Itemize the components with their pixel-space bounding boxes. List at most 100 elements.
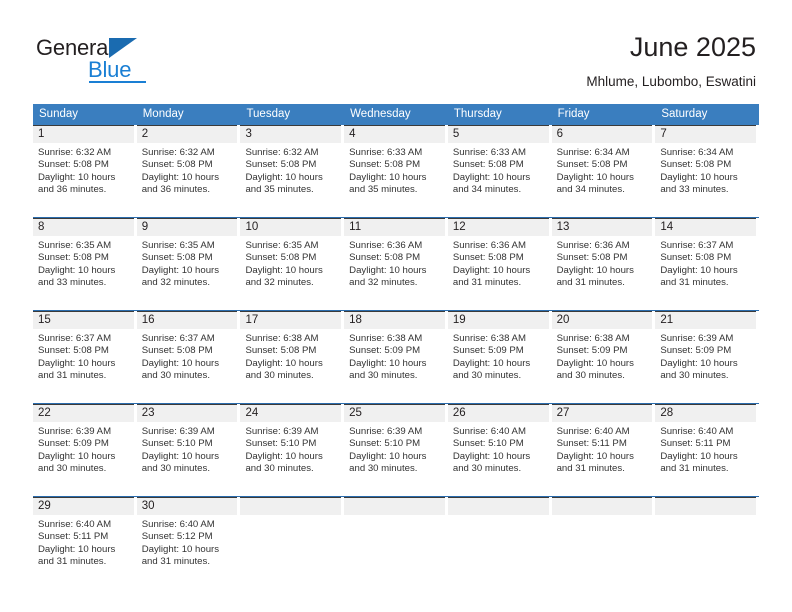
weekday-header-tuesday: Tuesday	[246, 108, 291, 120]
day-cell[interactable]: 16 Sunrise: 6:37 AM Sunset: 5:08 PM Dayl…	[136, 311, 241, 403]
day-cell[interactable]: 10 Sunrise: 6:35 AM Sunset: 5:08 PM Dayl…	[240, 218, 345, 310]
sunset-text: Sunset: 5:09 PM	[556, 345, 628, 357]
day-cell[interactable]: 14 Sunrise: 6:37 AM Sunset: 5:08 PM Dayl…	[655, 218, 760, 310]
day-cell[interactable]: 6 Sunrise: 6:34 AM Sunset: 5:08 PM Dayli…	[551, 125, 656, 217]
sunrise-text: Sunrise: 6:38 AM	[452, 333, 526, 344]
day-cell[interactable]: 17 Sunrise: 6:38 AM Sunset: 5:08 PM Dayl…	[240, 311, 345, 403]
sunrise-text: Sunrise: 6:39 AM	[349, 426, 423, 437]
daylight-text-line1: Daylight: 10 hours	[349, 450, 427, 462]
daylight-text-line1: Daylight: 10 hours	[245, 264, 323, 276]
day-number: 23	[136, 404, 238, 422]
daylight-text-line1: Daylight: 10 hours	[245, 171, 323, 183]
daylight-text-line1: Daylight: 10 hours	[141, 543, 220, 555]
daylight-text-line1: Daylight: 10 hours	[660, 357, 738, 369]
daylight-text-line2: and 33 minutes.	[38, 276, 107, 288]
day-number: 3	[240, 125, 342, 143]
daylight-text-line2: and 31 minutes.	[556, 276, 625, 288]
day-details: Sunrise: 6:34 AM Sunset: 5:08 PM Dayligh…	[655, 143, 756, 196]
day-cell[interactable]: 24 Sunrise: 6:39 AM Sunset: 5:10 PM Dayl…	[240, 404, 345, 496]
sunset-text: Sunset: 5:12 PM	[141, 531, 213, 543]
day-cell[interactable]: 25 Sunrise: 6:39 AM Sunset: 5:10 PM Dayl…	[344, 404, 448, 496]
day-cell[interactable]: 29 Sunrise: 6:40 AM Sunset: 5:11 PM Dayl…	[33, 497, 137, 589]
weekday-header-wednesday: Wednesday	[350, 108, 411, 120]
sunset-text: Sunset: 5:09 PM	[660, 345, 732, 357]
weekday-header-monday: Monday	[142, 108, 184, 120]
sunset-text: Sunset: 5:08 PM	[38, 159, 109, 171]
daylight-text-line1: Daylight: 10 hours	[556, 450, 634, 462]
day-details: Sunrise: 6:35 AM Sunset: 5:08 PM Dayligh…	[137, 236, 238, 289]
sunrise-text: Sunrise: 6:35 AM	[38, 240, 112, 251]
sunrise-text: Sunrise: 6:39 AM	[660, 333, 734, 344]
day-cell[interactable]: 20 Sunrise: 6:38 AM Sunset: 5:09 PM Dayl…	[551, 311, 656, 403]
day-cell[interactable]: 1 Sunrise: 6:32 AM Sunset: 5:08 PM Dayli…	[33, 125, 137, 217]
day-cell[interactable]: 3 Sunrise: 6:32 AM Sunset: 5:08 PM Dayli…	[240, 125, 345, 217]
daylight-text-line2: and 36 minutes.	[38, 183, 107, 195]
sunrise-text: Sunrise: 6:38 AM	[556, 333, 630, 344]
day-cell[interactable]: 19 Sunrise: 6:38 AM Sunset: 5:09 PM Dayl…	[447, 311, 552, 403]
day-number: 28	[655, 404, 757, 422]
sunrise-text: Sunrise: 6:32 AM	[245, 147, 319, 158]
day-details: Sunrise: 6:39 AM Sunset: 5:10 PM Dayligh…	[137, 422, 238, 475]
day-cell[interactable]: 26 Sunrise: 6:40 AM Sunset: 5:10 PM Dayl…	[447, 404, 552, 496]
day-cell[interactable]: 28 Sunrise: 6:40 AM Sunset: 5:11 PM Dayl…	[655, 404, 760, 496]
day-number: 25	[344, 404, 445, 422]
daylight-text-line2: and 30 minutes.	[141, 462, 210, 474]
sunrise-text: Sunrise: 6:35 AM	[245, 240, 319, 251]
day-cell[interactable]: 11 Sunrise: 6:36 AM Sunset: 5:08 PM Dayl…	[344, 218, 448, 310]
day-details: Sunrise: 6:40 AM Sunset: 5:11 PM Dayligh…	[552, 422, 653, 475]
sunrise-text: Sunrise: 6:40 AM	[141, 519, 215, 530]
day-details: Sunrise: 6:32 AM Sunset: 5:08 PM Dayligh…	[137, 143, 238, 196]
day-details: Sunrise: 6:36 AM Sunset: 5:08 PM Dayligh…	[344, 236, 445, 289]
calendar-week-row: 15 Sunrise: 6:37 AM Sunset: 5:08 PM Dayl…	[33, 311, 760, 403]
day-cell[interactable]: 13 Sunrise: 6:36 AM Sunset: 5:08 PM Dayl…	[551, 218, 656, 310]
day-cell-empty	[551, 497, 656, 589]
day-number: 22	[33, 404, 134, 422]
sunrise-text: Sunrise: 6:40 AM	[38, 519, 112, 530]
day-cell[interactable]: 12 Sunrise: 6:36 AM Sunset: 5:08 PM Dayl…	[447, 218, 552, 310]
sunrise-text: Sunrise: 6:39 AM	[38, 426, 112, 437]
day-details: Sunrise: 6:33 AM Sunset: 5:08 PM Dayligh…	[344, 143, 445, 196]
day-cell[interactable]: 7 Sunrise: 6:34 AM Sunset: 5:08 PM Dayli…	[655, 125, 760, 217]
daylight-text-line1: Daylight: 10 hours	[245, 450, 323, 462]
page-subtitle: Mhlume, Lubombo, Eswatini	[586, 74, 756, 89]
sunrise-text: Sunrise: 6:38 AM	[349, 333, 423, 344]
sunrise-text: Sunrise: 6:40 AM	[556, 426, 630, 437]
daylight-text-line2: and 31 minutes.	[141, 555, 210, 567]
day-number: 14	[655, 218, 757, 236]
day-cell[interactable]: 18 Sunrise: 6:38 AM Sunset: 5:09 PM Dayl…	[344, 311, 448, 403]
daylight-text-line2: and 30 minutes.	[245, 369, 314, 381]
sunrise-text: Sunrise: 6:37 AM	[141, 333, 215, 344]
daylight-text-line2: and 31 minutes.	[660, 462, 729, 474]
day-cell[interactable]: 15 Sunrise: 6:37 AM Sunset: 5:08 PM Dayl…	[33, 311, 137, 403]
sunset-text: Sunset: 5:10 PM	[245, 438, 317, 450]
daylight-text-line2: and 34 minutes.	[452, 183, 522, 195]
day-cell[interactable]: 8 Sunrise: 6:35 AM Sunset: 5:08 PM Dayli…	[33, 218, 137, 310]
daylight-text-line1: Daylight: 10 hours	[452, 171, 531, 183]
day-details: Sunrise: 6:33 AM Sunset: 5:08 PM Dayligh…	[448, 143, 549, 196]
day-details: Sunrise: 6:37 AM Sunset: 5:08 PM Dayligh…	[33, 329, 134, 382]
day-cell[interactable]: 22 Sunrise: 6:39 AM Sunset: 5:09 PM Dayl…	[33, 404, 137, 496]
daylight-text-line2: and 31 minutes.	[556, 462, 625, 474]
day-details: Sunrise: 6:40 AM Sunset: 5:10 PM Dayligh…	[448, 422, 549, 475]
day-cell[interactable]: 27 Sunrise: 6:40 AM Sunset: 5:11 PM Dayl…	[551, 404, 656, 496]
day-number: 1	[33, 125, 134, 143]
day-cell[interactable]: 30 Sunrise: 6:40 AM Sunset: 5:12 PM Dayl…	[136, 497, 241, 589]
day-cell[interactable]: 4 Sunrise: 6:33 AM Sunset: 5:08 PM Dayli…	[344, 125, 448, 217]
day-cell[interactable]: 21 Sunrise: 6:39 AM Sunset: 5:09 PM Dayl…	[655, 311, 760, 403]
day-details: Sunrise: 6:34 AM Sunset: 5:08 PM Dayligh…	[552, 143, 653, 196]
calendar-week-row: 1 Sunrise: 6:32 AM Sunset: 5:08 PM Dayli…	[33, 125, 760, 217]
day-number: 7	[655, 125, 757, 143]
day-cell[interactable]: 9 Sunrise: 6:35 AM Sunset: 5:08 PM Dayli…	[136, 218, 241, 310]
general-blue-logo[interactable]: General Blue	[36, 36, 166, 83]
sunset-text: Sunset: 5:11 PM	[660, 438, 731, 450]
sunset-text: Sunset: 5:08 PM	[556, 159, 628, 171]
daylight-text-line1: Daylight: 10 hours	[556, 171, 634, 183]
sunset-text: Sunset: 5:08 PM	[452, 252, 524, 264]
sunset-text: Sunset: 5:11 PM	[38, 531, 109, 543]
calendar-page: General Blue June 2025 Mhlume, Lubombo, …	[0, 0, 792, 612]
day-cell[interactable]: 23 Sunrise: 6:39 AM Sunset: 5:10 PM Dayl…	[136, 404, 241, 496]
day-cell[interactable]: 2 Sunrise: 6:32 AM Sunset: 5:08 PM Dayli…	[136, 125, 241, 217]
day-cell[interactable]: 5 Sunrise: 6:33 AM Sunset: 5:08 PM Dayli…	[447, 125, 552, 217]
sunrise-text: Sunrise: 6:40 AM	[660, 426, 734, 437]
sunset-text: Sunset: 5:08 PM	[556, 252, 628, 264]
